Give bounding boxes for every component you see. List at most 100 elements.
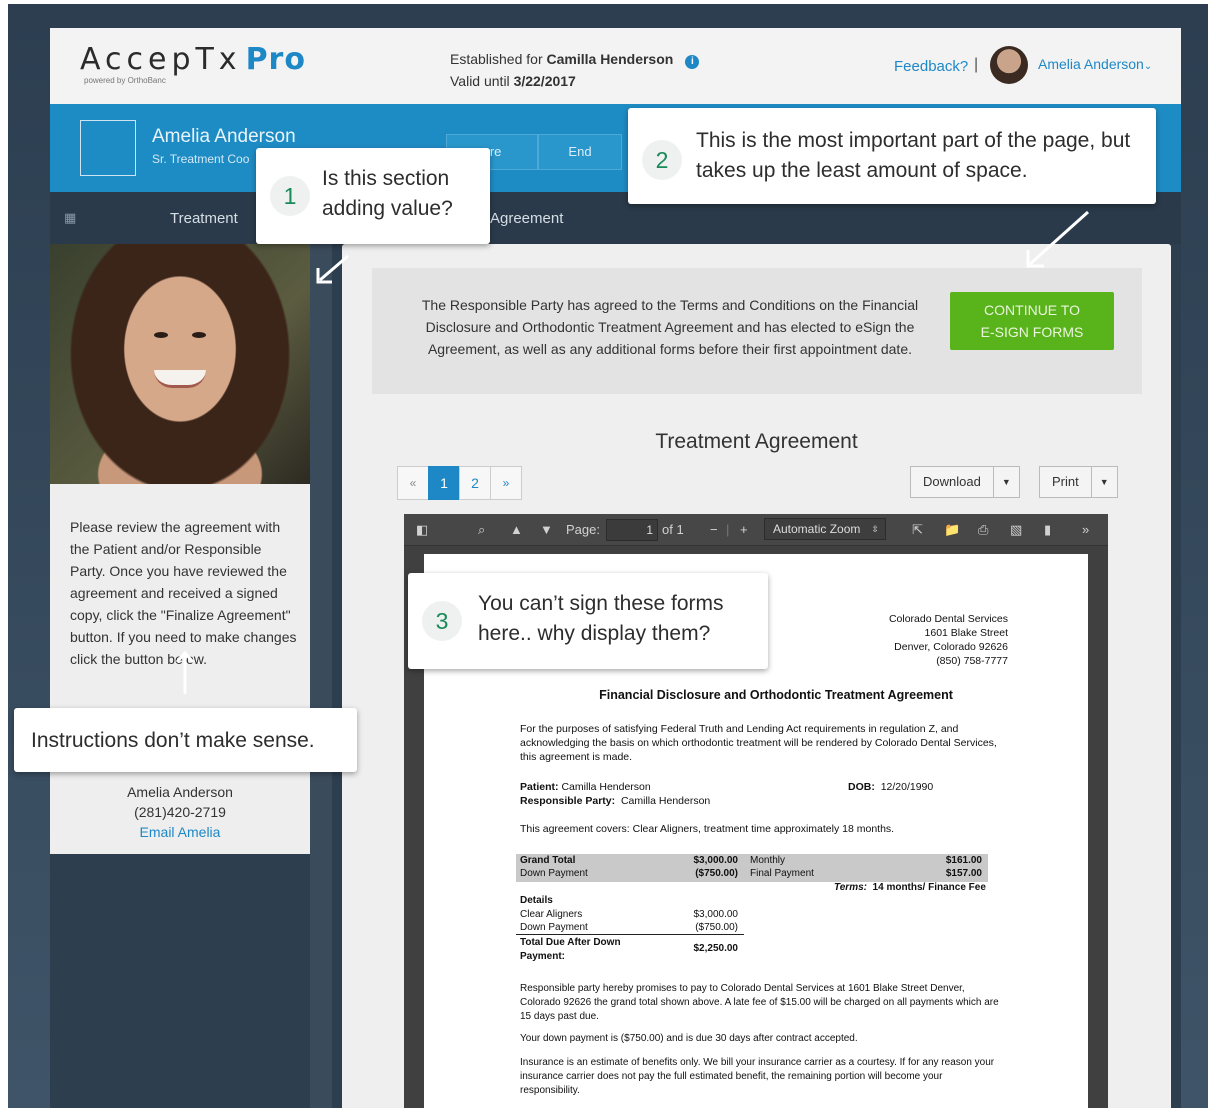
photo-eye-left: [154, 332, 168, 338]
instructions-text: Please review the agreement with the Pat…: [70, 519, 297, 667]
terms-value: 14 months/ Finance Fee: [872, 882, 986, 893]
annotation-1-number: 1: [270, 176, 310, 216]
coordinator-photo: [80, 120, 136, 176]
established-prefix: Established for: [450, 51, 547, 67]
open-file-icon[interactable]: 📁: [944, 522, 960, 538]
page-next[interactable]: »: [490, 466, 522, 500]
dob-line: DOB: 12/20/1990: [848, 780, 933, 794]
continue-esign-button[interactable]: CONTINUE TO E-SIGN FORMS: [950, 292, 1114, 350]
download-button[interactable]: Download: [910, 466, 994, 498]
next-page-icon[interactable]: ▼: [540, 522, 553, 537]
resp-line: Responsible Party: Camilla Henderson: [520, 794, 710, 808]
contact-name: Amelia Anderson: [127, 784, 233, 800]
annotation-2: 2 This is the most important part of the…: [628, 108, 1156, 204]
print-icon[interactable]: ⎙: [978, 522, 988, 538]
pagination: « 1 2 »: [397, 466, 522, 500]
feedback-link[interactable]: Feedback?: [894, 58, 968, 75]
email-link[interactable]: Email Amelia: [50, 822, 310, 842]
sidebar-toggle-icon[interactable]: ◧: [416, 522, 428, 538]
info-icon[interactable]: i: [685, 55, 700, 69]
addr-line-4: (850) 758-7777: [936, 655, 1008, 667]
annotation-3-text: You can’t sign these forms here.. why di…: [478, 592, 724, 645]
contact-phone: (281)420-2719: [134, 804, 226, 820]
zoom-out-icon[interactable]: −: [710, 522, 718, 537]
annotation-3-arrow-icon: [508, 679, 538, 714]
page-2[interactable]: 2: [459, 466, 491, 500]
photo-smile: [154, 370, 206, 388]
grand-total-label: Grand Total: [520, 854, 575, 868]
zoom-select[interactable]: Automatic Zoom ⇳: [764, 518, 886, 540]
download-group: Download ▼: [910, 466, 1020, 498]
fullscreen-icon[interactable]: ⇱: [912, 522, 923, 538]
screenshot-frame: AccepTx Pro powered by OrthoBanc Establis…: [8, 4, 1208, 1108]
main-panel: The Responsible Party has agreed to the …: [342, 244, 1171, 1108]
tab-treatment[interactable]: Treatment: [170, 210, 238, 227]
final-value-text: $157.00: [945, 868, 982, 879]
notice-text: The Responsible Party has agreed to the …: [421, 297, 919, 357]
print-caret-icon[interactable]: ▼: [1091, 466, 1118, 498]
chevron-down-icon: ⌄: [1143, 61, 1153, 72]
page-prev[interactable]: «: [397, 466, 429, 500]
details-rule: [516, 934, 744, 935]
more-tools-icon[interactable]: »: [1082, 522, 1089, 537]
pdf-para-3: Insurance is an estimate of benefits onl…: [520, 1057, 995, 1096]
pdf-para-2: Your down payment is ($750.00) and is du…: [520, 1033, 858, 1044]
contact-card: Amelia Anderson (281)420-2719 Email Amel…: [50, 782, 310, 842]
clinic-address: Colorado Dental Services 1601 Blake Stre…: [804, 612, 1008, 668]
patient-line: Patient: Camilla Henderson: [520, 780, 651, 794]
zoom-in-icon[interactable]: +: [740, 522, 748, 537]
resp-value: Camilla Henderson: [620, 795, 711, 807]
pdf-intro: For the purposes of satisfying Federal T…: [520, 723, 997, 763]
user-avatar[interactable]: [990, 46, 1028, 84]
photo-eye-right: [192, 332, 206, 338]
menu-icon[interactable]: ▦: [64, 210, 76, 226]
end-button[interactable]: End: [538, 134, 622, 170]
down-value-text: ($750.00): [695, 868, 738, 879]
zoom-caret-icon: ⇳: [871, 524, 879, 534]
user-menu[interactable]: Amelia Anderson⌄: [1038, 56, 1152, 72]
addr-line-3: Denver, Colorado 92626: [894, 641, 1008, 653]
logo-text: AccepTx: [80, 42, 242, 77]
established-info: Established for Camilla Henderson i Valid…: [450, 48, 700, 92]
user-name: Amelia Anderson: [1038, 56, 1144, 72]
grand-total-value-text: $3,000.00: [693, 855, 739, 866]
terms-line: Terms: 14 months/ Finance Fee: [834, 881, 986, 895]
monthly-value: $161.00: [904, 854, 982, 868]
annotation-1-text: Is this section adding value?: [322, 167, 453, 220]
bookmark-icon[interactable]: ▮: [1044, 522, 1051, 538]
download-caret-icon[interactable]: ▼: [993, 466, 1020, 498]
save-icon[interactable]: ▧: [1010, 522, 1022, 538]
dob-value: 12/20/1990: [880, 781, 934, 793]
resp-label: Responsible Party:: [520, 795, 616, 807]
page-label: Page:: [566, 522, 600, 537]
monthly-value-text: $161.00: [945, 855, 982, 866]
terms-label: Terms:: [834, 882, 867, 893]
dob-label: DOB:: [848, 781, 875, 793]
tab-agreement[interactable]: Agreement: [490, 210, 563, 227]
due-label: Total Due After Down Payment:: [520, 937, 621, 962]
covers-line: This agreement covers: Clear Aligners, t…: [520, 823, 895, 835]
annotation-2-number: 2: [642, 140, 682, 180]
zoom-value: Automatic Zoom: [773, 522, 861, 536]
prev-page-icon[interactable]: ▲: [510, 522, 523, 537]
annotation-4: Instructions don’t make sense.: [14, 708, 357, 772]
app-logo[interactable]: AccepTx Pro: [80, 42, 306, 77]
monthly-label: Monthly: [750, 855, 786, 866]
patient-photo: [50, 244, 310, 484]
patient-value: Camilla Henderson: [561, 781, 651, 793]
annotation-2-text: This is the most important part of the p…: [696, 129, 1131, 182]
cta-line-1: CONTINUE TO: [984, 302, 1080, 318]
down-value: ($750.00): [654, 867, 738, 881]
page-1[interactable]: 1: [428, 466, 460, 500]
logo-pro: Pro: [245, 42, 306, 77]
clear-value: $3,000.00: [693, 909, 739, 920]
search-icon[interactable]: ⌕: [478, 522, 485, 538]
header-separator: |: [974, 56, 979, 73]
down2-label: Down Payment: [520, 922, 588, 933]
annotation-1: 1 Is this section adding value?: [256, 148, 490, 244]
coordinator-name: Amelia Anderson: [152, 126, 296, 147]
page-number-input[interactable]: 1: [606, 519, 658, 541]
print-button[interactable]: Print: [1039, 466, 1092, 498]
details-label: Details: [520, 895, 553, 906]
pdf-para-1: Responsible party hereby promises to pay…: [520, 983, 999, 1022]
